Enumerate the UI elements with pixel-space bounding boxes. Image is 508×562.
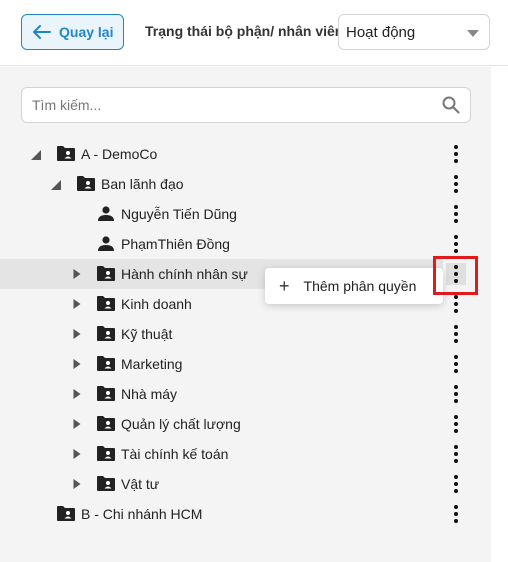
department-folder-icon [97, 356, 115, 371]
tree-row[interactable]: Vật tư [0, 469, 491, 499]
expand-toggle-icon[interactable] [72, 329, 82, 339]
expand-toggle-icon[interactable] [72, 359, 82, 369]
tree-node-label: Ban lãnh đạo [101, 176, 184, 192]
more-options-icon[interactable] [446, 503, 466, 525]
tree-node-label: Hành chính nhân sự [121, 266, 248, 282]
chevron-down-icon [467, 30, 479, 37]
tree-row[interactable]: B - Chi nhánh HCM [0, 499, 491, 529]
department-folder-icon [97, 296, 115, 311]
more-options-icon[interactable] [446, 203, 466, 225]
tree-row[interactable]: Marketing [0, 349, 491, 379]
collapse-toggle-icon[interactable] [51, 180, 61, 190]
department-folder-icon [97, 476, 115, 491]
more-options-icon[interactable] [446, 443, 466, 465]
department-folder-icon [77, 176, 95, 191]
more-options-icon[interactable] [446, 293, 466, 315]
tree-row[interactable]: A - DemoCo [0, 139, 491, 169]
expand-toggle-icon[interactable] [72, 419, 82, 429]
tree-node-label: PhạmThiên Đồng [121, 236, 230, 252]
more-options-icon[interactable] [446, 233, 466, 255]
search-box [21, 87, 471, 123]
tree-row[interactable]: Kỹ thuật [0, 319, 491, 349]
org-tree: A - DemoCo Ban lãnh đạo Nguyễn Tiến Dũng… [0, 139, 491, 529]
tree-row[interactable]: Tài chính kế toán [0, 439, 491, 469]
highlight-annotation-box [433, 256, 478, 295]
search-icon[interactable] [442, 96, 460, 114]
expand-toggle-icon[interactable] [72, 389, 82, 399]
add-permission-menu-item[interactable]: Thêm phân quyền [304, 278, 417, 294]
status-select-value: Hoạt động [346, 23, 416, 41]
tree-row[interactable]: PhạmThiên Đồng [0, 229, 491, 259]
expand-toggle-icon[interactable] [72, 269, 82, 279]
tree-node-label: B - Chi nhánh HCM [81, 506, 203, 522]
tree-row[interactable]: Nhà máy [0, 379, 491, 409]
more-options-icon[interactable] [446, 173, 466, 195]
tree-node-label: Tài chính kế toán [121, 446, 229, 462]
more-options-icon[interactable] [446, 353, 466, 375]
person-icon [98, 206, 114, 221]
status-filter-label: Trạng thái bộ phận/ nhân viên [145, 23, 344, 39]
more-options-icon[interactable] [446, 413, 466, 435]
collapse-toggle-icon[interactable] [31, 150, 41, 160]
tree-node-label: Marketing [121, 356, 183, 372]
department-folder-icon [57, 146, 75, 161]
scrollbar-track[interactable] [491, 67, 508, 562]
person-icon [98, 236, 114, 251]
tree-node-label: Nguyễn Tiến Dũng [121, 206, 237, 222]
search-input[interactable] [22, 88, 422, 122]
department-folder-icon [97, 446, 115, 461]
expand-toggle-icon[interactable] [72, 299, 82, 309]
org-tree-panel: A - DemoCo Ban lãnh đạo Nguyễn Tiến Dũng… [0, 67, 491, 562]
context-menu: + Thêm phân quyền [265, 268, 443, 304]
tree-row[interactable]: Nguyễn Tiến Dũng [0, 199, 491, 229]
back-button[interactable]: Quay lại [21, 14, 124, 50]
back-button-label: Quay lại [59, 24, 114, 40]
more-options-icon[interactable] [446, 143, 466, 165]
tree-node-label: A - DemoCo [81, 146, 158, 162]
tree-node-label: Kinh doanh [121, 296, 192, 312]
top-toolbar: Quay lại Trạng thái bộ phận/ nhân viên H… [0, 0, 508, 66]
tree-row[interactable]: Quản lý chất lượng [0, 409, 491, 439]
department-folder-icon [97, 266, 115, 281]
department-folder-icon [97, 416, 115, 431]
more-options-icon[interactable] [446, 383, 466, 405]
tree-node-label: Nhà máy [121, 386, 178, 402]
expand-toggle-icon[interactable] [72, 449, 82, 459]
department-folder-icon [97, 386, 115, 401]
department-folder-icon [57, 506, 75, 521]
arrow-left-icon [33, 25, 51, 39]
tree-node-label: Vật tư [121, 476, 160, 492]
department-folder-icon [97, 326, 115, 341]
plus-icon: + [279, 276, 290, 296]
more-options-icon[interactable] [446, 473, 466, 495]
tree-node-label: Quản lý chất lượng [121, 416, 241, 432]
tree-row[interactable]: Ban lãnh đạo [0, 169, 491, 199]
expand-toggle-icon[interactable] [72, 479, 82, 489]
status-select[interactable]: Hoạt động [338, 14, 490, 50]
tree-node-label: Kỹ thuật [121, 326, 173, 342]
more-options-icon[interactable] [446, 323, 466, 345]
